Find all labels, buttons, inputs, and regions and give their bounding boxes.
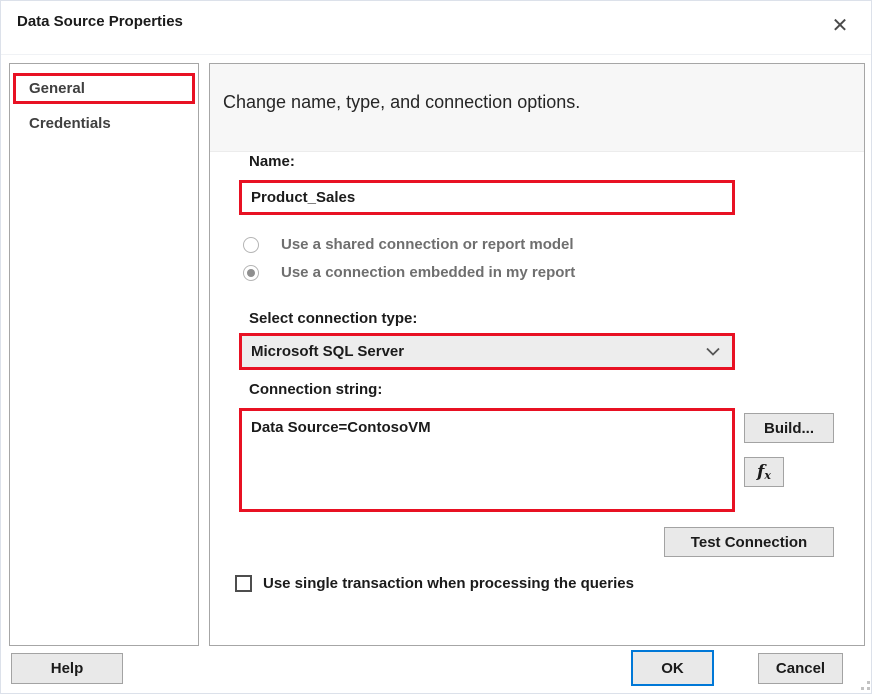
connection-string-input[interactable]: Data Source=ContosoVM xyxy=(242,411,732,509)
radio-embedded-connection[interactable]: Use a connection embedded in my report xyxy=(243,264,575,281)
ok-button[interactable]: OK xyxy=(631,650,714,686)
data-source-properties-dialog: Data Source Properties ✕ General Credent… xyxy=(0,0,872,694)
radio-unselected-icon[interactable] xyxy=(243,237,259,253)
help-button[interactable]: Help xyxy=(11,653,123,684)
annotation-box-name xyxy=(239,180,735,215)
annotation-box-general: General xyxy=(13,73,195,104)
connection-type-value: Microsoft SQL Server xyxy=(251,343,706,360)
radio-shared-connection-label: Use a shared connection or report model xyxy=(281,236,574,253)
expression-fx-button[interactable]: fx xyxy=(744,457,784,487)
sidebar-item-credentials[interactable]: Credentials xyxy=(29,115,111,132)
annotation-box-connection-string: Data Source=ContosoVM xyxy=(239,408,735,512)
sidebar: General Credentials xyxy=(9,63,199,646)
cancel-button[interactable]: Cancel xyxy=(758,653,843,684)
radio-embedded-connection-label: Use a connection embedded in my report xyxy=(281,264,575,281)
single-transaction-label: Use single transaction when processing t… xyxy=(263,575,634,592)
build-button[interactable]: Build... xyxy=(744,413,834,443)
connection-type-dropdown[interactable]: Microsoft SQL Server xyxy=(242,336,732,367)
connection-string-label: Connection string: xyxy=(249,381,382,398)
chevron-down-icon xyxy=(706,347,720,356)
radio-selected-icon[interactable] xyxy=(243,265,259,281)
annotation-box-connection-type: Microsoft SQL Server xyxy=(239,333,735,370)
heading-band: Change name, type, and connection option… xyxy=(210,64,864,152)
radio-shared-connection[interactable]: Use a shared connection or report model xyxy=(243,236,574,253)
content-panel: Change name, type, and connection option… xyxy=(209,63,865,646)
sidebar-item-general[interactable]: General xyxy=(16,80,85,97)
test-connection-button[interactable]: Test Connection xyxy=(664,527,834,557)
resize-grip[interactable] xyxy=(857,675,871,691)
single-transaction-row: Use single transaction when processing t… xyxy=(235,575,634,592)
single-transaction-checkbox[interactable] xyxy=(235,575,252,592)
connection-type-label: Select connection type: xyxy=(249,310,417,327)
close-icon[interactable]: ✕ xyxy=(823,9,857,41)
name-input[interactable] xyxy=(242,183,732,212)
dialog-title: Data Source Properties xyxy=(17,13,183,30)
title-separator xyxy=(1,54,872,55)
name-label: Name: xyxy=(249,153,295,170)
page-heading: Change name, type, and connection option… xyxy=(223,92,580,113)
